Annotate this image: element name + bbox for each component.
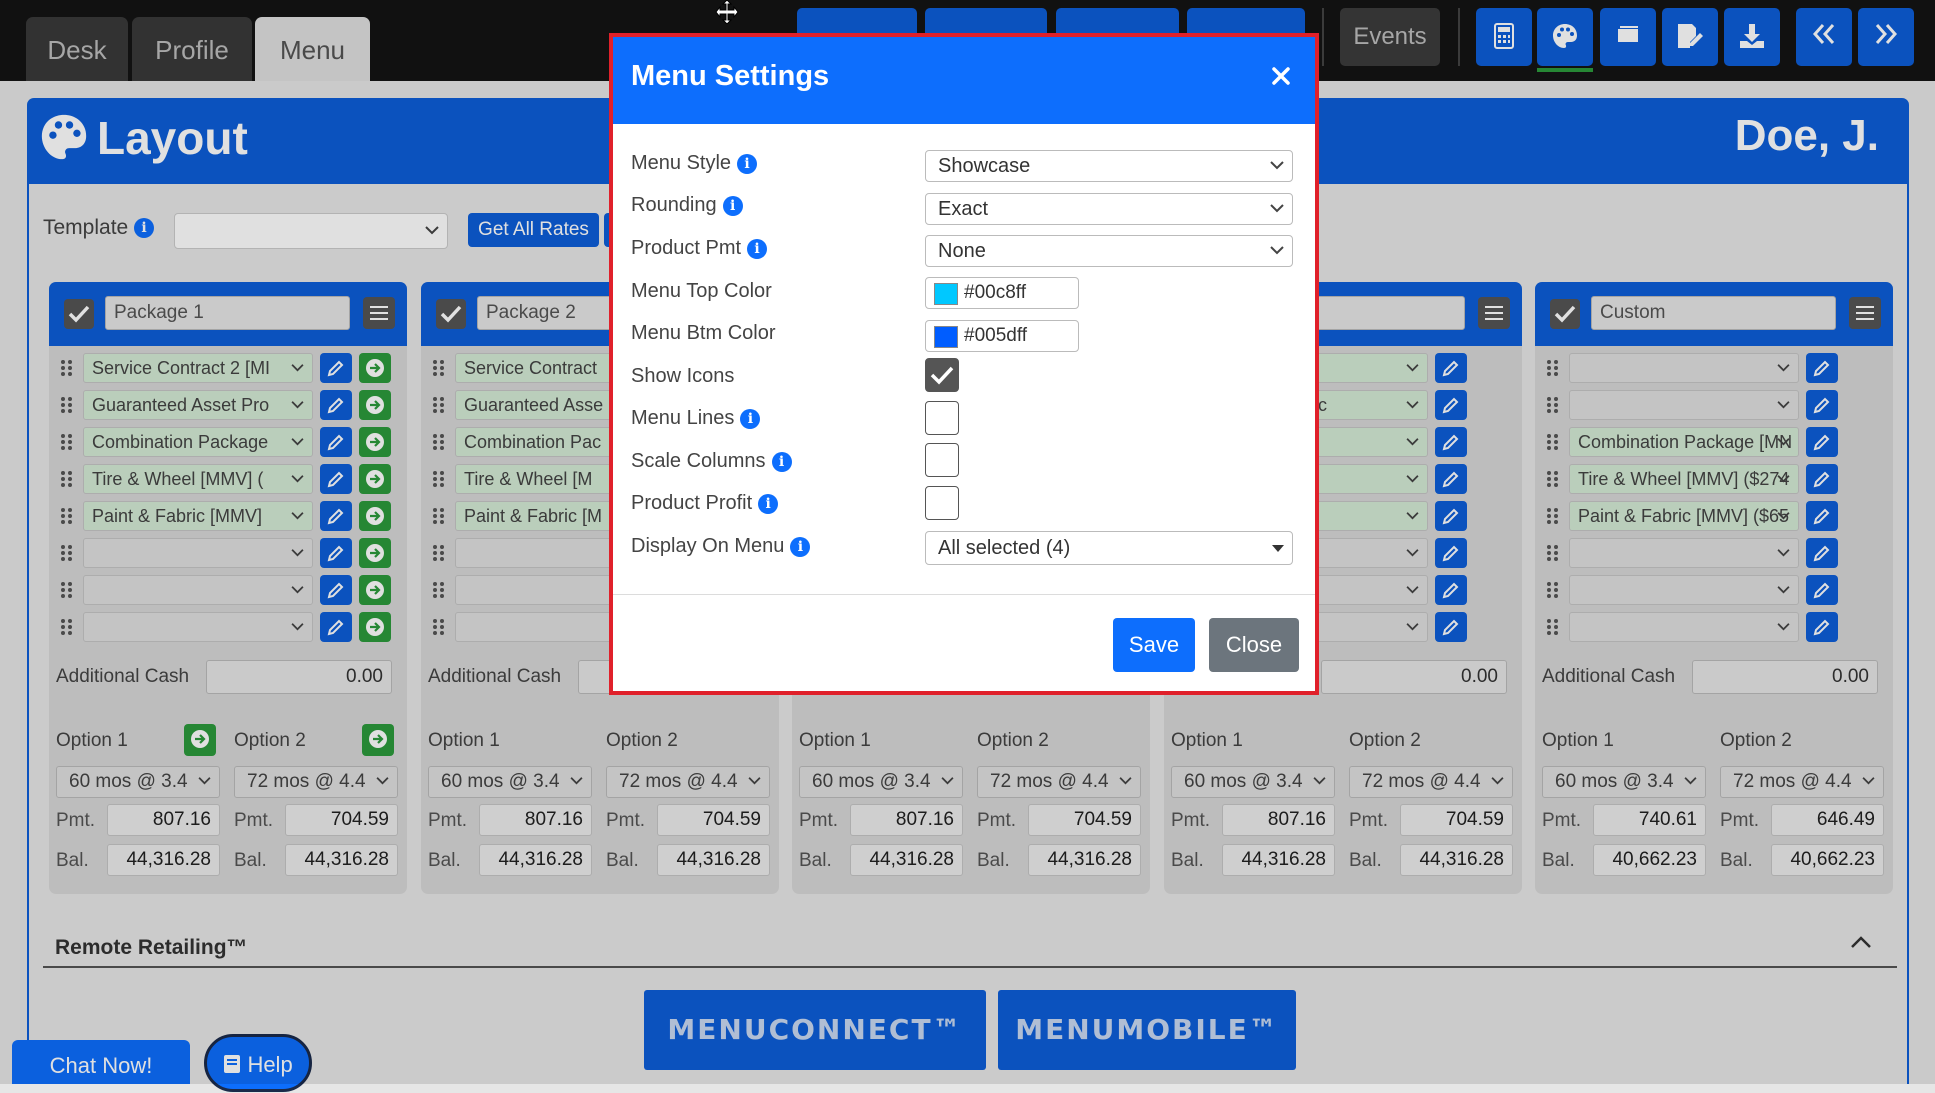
modal-footer-divider (613, 594, 1315, 595)
menu-settings-modal: Menu Settings Menu Style i Showcase Round… (609, 33, 1319, 695)
display-on-menu-label: Display On Menu i (631, 535, 811, 558)
color-swatch[interactable] (934, 326, 958, 348)
rounding-select[interactable]: Exact (925, 193, 1293, 225)
color-swatch[interactable] (934, 283, 958, 305)
product-profit-label: Product Profit i (631, 492, 779, 515)
info-icon[interactable]: i (722, 195, 743, 216)
save-button[interactable]: Save (1113, 618, 1195, 672)
show-icons-checkbox[interactable] (925, 358, 959, 392)
scale-columns-checkbox[interactable] (925, 443, 959, 477)
menu-lines-checkbox[interactable] (925, 401, 959, 435)
info-icon[interactable]: i (740, 408, 761, 429)
menu-style-select[interactable]: Showcase (925, 150, 1293, 182)
show-icons-label: Show Icons (631, 365, 735, 387)
menu-btm-color-label: Menu Btm Color (631, 322, 776, 344)
move-icon[interactable] (714, 0, 740, 24)
info-icon[interactable]: i (737, 153, 758, 174)
menu-btm-color-input[interactable]: #005dff (925, 320, 1079, 352)
product-pmt-label: Product Pmt i (631, 237, 768, 260)
product-profit-checkbox[interactable] (925, 486, 959, 520)
info-icon[interactable]: i (790, 536, 811, 557)
chevron-down-icon (1270, 246, 1284, 255)
menu-lines-label: Menu Lines i (631, 407, 761, 430)
chevron-down-icon (1270, 161, 1284, 170)
info-icon[interactable]: i (747, 238, 768, 259)
checkmark-icon (930, 366, 954, 385)
display-on-menu-select[interactable]: All selected (4) (925, 531, 1293, 565)
caret-down-icon (1272, 545, 1284, 552)
rounding-label: Rounding i (631, 194, 743, 217)
info-icon[interactable]: i (758, 493, 779, 514)
modal-header: Menu Settings (613, 37, 1315, 124)
menu-top-color-input[interactable]: #00c8ff (925, 277, 1079, 309)
menu-style-label: Menu Style i (631, 152, 758, 175)
chevron-down-icon (1270, 204, 1284, 213)
close-icon[interactable] (1267, 62, 1295, 90)
info-icon[interactable]: i (771, 451, 792, 472)
modal-title: Menu Settings (631, 60, 830, 92)
menu-top-color-label: Menu Top Color (631, 280, 772, 302)
scale-columns-label: Scale Columns i (631, 450, 792, 473)
product-pmt-select[interactable]: None (925, 235, 1293, 267)
close-button[interactable]: Close (1209, 618, 1299, 672)
